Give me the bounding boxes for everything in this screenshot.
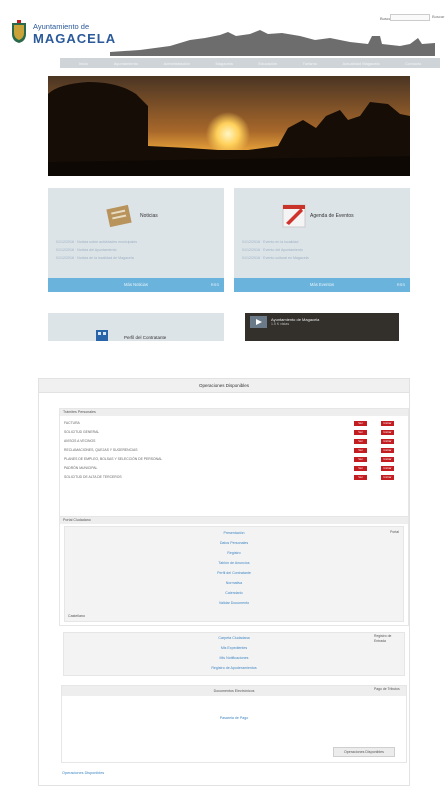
operations-button[interactable]: Operaciones Disponibles bbox=[333, 747, 395, 757]
news-icon bbox=[106, 204, 132, 228]
tramite-row: AVISOS A VECINOS Ver Iniciar bbox=[64, 438, 404, 445]
ver-button[interactable]: Ver bbox=[354, 448, 367, 453]
ver-button[interactable]: Ver bbox=[354, 430, 367, 435]
nav-item[interactable]: Administración bbox=[164, 61, 190, 66]
tramites-section: Trámites Personales FACTURA Ver Iniciar … bbox=[59, 408, 409, 520]
section-header-bar: Documentos Electrónicos bbox=[62, 686, 406, 696]
event-item[interactable]: 01/12/2016 · Evento del Ayuntamiento bbox=[242, 248, 303, 252]
news-card: Noticias 01/12/2016 · Noticia sobre acti… bbox=[48, 188, 224, 292]
news-item[interactable]: 01/12/2016 · Noticia sobre actividades m… bbox=[56, 240, 137, 244]
card-title: Agenda de Eventos bbox=[310, 213, 354, 219]
video-widget[interactable]: Ayuntamiento de Magacela 1.5 K vistas bbox=[245, 313, 399, 341]
iniciar-button[interactable]: Iniciar bbox=[381, 457, 394, 462]
tramite-label: SOLICITUD GENERAL bbox=[64, 430, 100, 434]
portal-links-box: Portal Presentación Datos Personales Reg… bbox=[64, 526, 404, 622]
events-card: Agenda de Eventos 01/12/2016 · Evento en… bbox=[234, 188, 410, 292]
tramite-row: FACTURA Ver Iniciar bbox=[64, 420, 404, 427]
nav-item[interactable]: Ayuntamiento bbox=[114, 61, 138, 66]
search-button[interactable]: Buscar bbox=[432, 14, 444, 21]
ver-button[interactable]: Ver bbox=[354, 475, 367, 480]
portal-link[interactable]: Tablón de Anuncios bbox=[65, 561, 403, 565]
more-events-link[interactable]: Más Eventos bbox=[234, 282, 410, 287]
card-footer-bar: Más Noticias RSS bbox=[48, 278, 224, 292]
portal-link[interactable]: Datos Personales bbox=[65, 541, 403, 545]
iniciar-button[interactable]: Iniciar bbox=[381, 421, 394, 426]
card-title: Perfil del Contratante bbox=[124, 335, 167, 340]
page: Ayuntamiento de MAGACELA Buscar Buscar I… bbox=[0, 0, 446, 787]
portal-link[interactable]: Normativa bbox=[65, 581, 403, 585]
tramite-label: SOLICITUD DE ALTA DE TERCEROS bbox=[64, 475, 122, 479]
brand-name: MAGACELA bbox=[33, 31, 117, 46]
portal-link[interactable]: Validar Documento bbox=[65, 601, 403, 605]
video-subtitle: 1.5 K vistas bbox=[271, 322, 290, 326]
portal-link[interactable]: Perfil del Contratante bbox=[65, 571, 403, 575]
section-header: Trámites Personales bbox=[60, 409, 408, 416]
folder-link[interactable]: Mis Notificaciones bbox=[64, 656, 404, 660]
iniciar-button[interactable]: Iniciar bbox=[381, 475, 394, 480]
nav-item[interactable]: Contacto bbox=[405, 61, 421, 66]
rss-link[interactable]: RSS bbox=[211, 282, 219, 287]
nav-item[interactable]: Actualidad Magacela bbox=[342, 61, 379, 66]
tramite-label: PLANES DE EMPLEO, BOLSAS Y SELECCIÓN DE … bbox=[64, 457, 163, 461]
news-item[interactable]: 01/12/2016 · Noticia de la localidad de … bbox=[56, 256, 134, 260]
section-header: Portal Ciudadano bbox=[60, 517, 408, 524]
operations-footer-link[interactable]: Operaciones Disponibles bbox=[62, 771, 104, 775]
nav-item[interactable]: Educación bbox=[258, 61, 277, 66]
tramite-label: PADRÓN MUNICIPAL bbox=[64, 466, 98, 470]
tramite-row: PLANES DE EMPLEO, BOLSAS Y SELECCIÓN DE … bbox=[64, 456, 404, 463]
iniciar-button[interactable]: Iniciar bbox=[381, 448, 394, 453]
iniciar-button[interactable]: Iniciar bbox=[381, 439, 394, 444]
rss-link[interactable]: RSS bbox=[397, 282, 405, 287]
citizen-folder-box: Registro de Entrada Carpeta Ciudadana Mi… bbox=[63, 632, 405, 676]
card-footer-bar: Más Eventos RSS bbox=[234, 278, 410, 292]
ver-button[interactable]: Ver bbox=[354, 457, 367, 462]
iniciar-button[interactable]: Iniciar bbox=[381, 466, 394, 471]
tramite-row: PADRÓN MUNICIPAL Ver Iniciar bbox=[64, 465, 404, 472]
crest-icon bbox=[12, 20, 26, 43]
tramite-label: AVISOS A VECINOS bbox=[64, 439, 96, 443]
tramite-row: SOLICITUD GENERAL Ver Iniciar bbox=[64, 429, 404, 436]
tramite-row: SOLICITUD DE ALTA DE TERCEROS Ver Inicia… bbox=[64, 474, 404, 481]
ver-button[interactable]: Ver bbox=[354, 466, 367, 471]
folder-link[interactable]: Carpeta Ciudadana bbox=[64, 636, 404, 640]
nav-item[interactable]: Magacela bbox=[215, 61, 232, 66]
video-thumbnail-icon bbox=[250, 316, 267, 328]
search-input[interactable] bbox=[390, 14, 430, 21]
ver-button[interactable]: Ver bbox=[354, 421, 367, 426]
language-selector[interactable]: Castellano bbox=[68, 614, 85, 618]
site-header: Ayuntamiento de MAGACELA Buscar Buscar bbox=[0, 0, 446, 58]
section-header: Documentos Electrónicos bbox=[213, 689, 255, 693]
contractor-card[interactable]: Perfil del Contratante bbox=[48, 313, 224, 341]
ver-button[interactable]: Ver bbox=[354, 439, 367, 444]
portal-link[interactable]: Calendario bbox=[65, 591, 403, 595]
event-item[interactable]: 01/12/2016 · Evento cultural en Magacela bbox=[242, 256, 309, 260]
main-nav: Inicio Ayuntamiento Administración Magac… bbox=[60, 58, 440, 68]
card-title: Noticias bbox=[140, 213, 158, 219]
skyline-image bbox=[110, 30, 435, 56]
operations-panel: Operaciones Disponibles Trámites Persona… bbox=[38, 378, 410, 786]
portal-link[interactable]: Presentación bbox=[65, 531, 403, 535]
portal-section: Portal Ciudadano Portal Presentación Dat… bbox=[59, 516, 409, 626]
portal-link[interactable]: Registro bbox=[65, 551, 403, 555]
tributos-side-label: Pago de Tributos bbox=[374, 687, 400, 691]
folder-link[interactable]: Registro de Apoderamientos bbox=[64, 666, 404, 670]
event-item[interactable]: 01/12/2016 · Evento en la localidad bbox=[242, 240, 298, 244]
tramite-label: FACTURA bbox=[64, 421, 80, 425]
news-item[interactable]: 01/12/2016 · Noticia del Ayuntamiento bbox=[56, 248, 117, 252]
tramite-row: RECLAMACIONES, QUEJAS Y SUGERENCIAS Ver … bbox=[64, 447, 404, 454]
building-icon bbox=[96, 330, 108, 341]
tramite-label: RECLAMACIONES, QUEJAS Y SUGERENCIAS bbox=[64, 448, 138, 452]
brand-top: Ayuntamiento de bbox=[33, 22, 90, 31]
nav-item[interactable]: Inicio bbox=[79, 61, 88, 66]
payment-link[interactable]: Pasarela de Pago bbox=[62, 716, 406, 720]
hero-sunset-image bbox=[48, 76, 410, 176]
calendar-icon bbox=[282, 204, 306, 228]
folder-link[interactable]: Mis Expedientes bbox=[64, 646, 404, 650]
nav-item[interactable]: Turismo bbox=[303, 61, 317, 66]
more-news-link[interactable]: Más Noticias bbox=[48, 282, 224, 287]
iniciar-button[interactable]: Iniciar bbox=[381, 430, 394, 435]
operations-title: Operaciones Disponibles bbox=[39, 379, 409, 393]
